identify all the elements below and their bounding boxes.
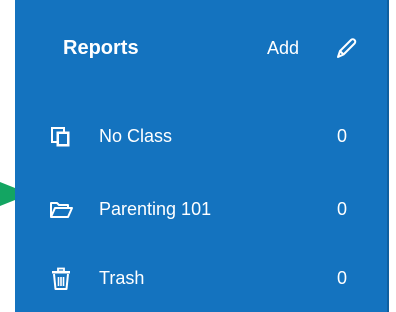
list-item-label: Parenting 101 xyxy=(99,199,212,219)
list-item-parenting-101[interactable]: Parenting 101 0 xyxy=(15,185,387,235)
reports-title: Reports xyxy=(63,37,139,59)
list-item-label: No Class xyxy=(99,126,173,146)
folder-open-icon xyxy=(50,202,73,218)
reports-panel: Reports Add No Class 0 Parenting 101 0 T… xyxy=(15,0,389,312)
list-item-trash[interactable]: Trash 0 xyxy=(15,254,387,304)
list-item-count: 0 xyxy=(337,268,348,288)
list-item-count: 0 xyxy=(337,126,348,146)
list-item-label: Trash xyxy=(99,268,145,288)
list-item-no-class[interactable]: No Class 0 xyxy=(15,112,387,162)
copy-icon xyxy=(51,127,70,147)
list-item-count: 0 xyxy=(337,199,348,219)
trash-icon xyxy=(52,267,70,290)
reports-header: Reports Add xyxy=(15,0,387,100)
pencil-icon[interactable] xyxy=(333,36,359,62)
add-button[interactable]: Add xyxy=(267,38,299,59)
